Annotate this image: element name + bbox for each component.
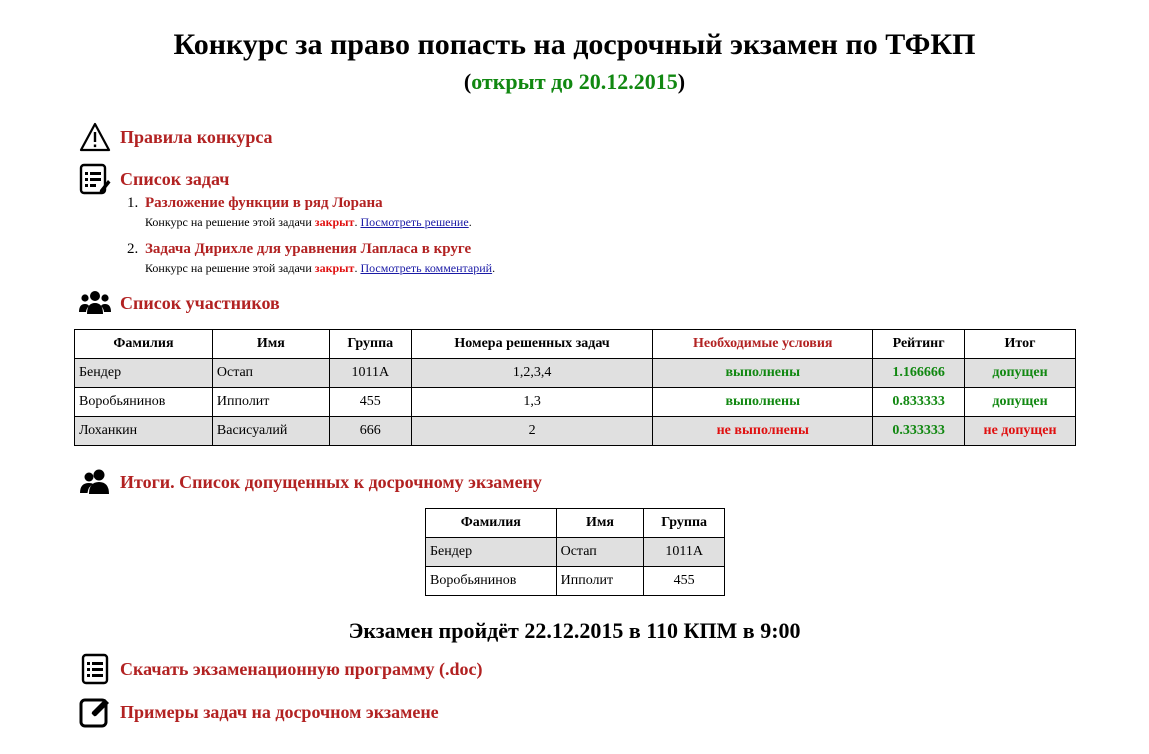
col-header-group: Группа [643, 508, 725, 538]
table-header-row: Фамилия Имя Группа [425, 508, 725, 538]
participants-heading: Список участников [120, 292, 280, 313]
col-header-surname: Фамилия [425, 508, 557, 538]
table-row: Лоханкин Васисуалий 666 2 не выполнены 0… [74, 416, 1076, 446]
col-header-name: Имя [211, 329, 330, 359]
section-examples: Примеры задач на досрочном экзамене [78, 695, 439, 729]
view-solution-link[interactable]: Посмотреть решение [360, 215, 468, 229]
warning-icon [78, 120, 112, 154]
task-note-2: Конкурс на решение этой задачи закрыт. П… [145, 261, 496, 275]
table-row: Воробьянинов Ипполит 455 1,3 выполнены 0… [74, 387, 1076, 417]
section-participants: Список участников [78, 286, 280, 320]
table-header-row: Фамилия Имя Группа Номера решенных задач… [74, 329, 1076, 359]
task-title-2[interactable]: Задача Дирихле для уравнения Лапласа в к… [145, 241, 471, 257]
condition-status: выполнены [652, 358, 874, 388]
task-title-1[interactable]: Разложение функции в ряд Лорана [145, 195, 383, 211]
open-until-text: открыт до 20.12.2015 [471, 69, 678, 94]
users-icon [78, 465, 112, 499]
section-tasks: Список задач [78, 162, 229, 196]
participants-table: Фамилия Имя Группа Номера решенных задач… [74, 329, 1076, 446]
table-row: Воробьянинов Ипполит 455 [425, 566, 725, 596]
document-list-icon [78, 652, 112, 686]
exam-info: Экзамен пройдёт 22.12.2015 в 110 КПМ в 9… [348, 618, 801, 643]
exam-examples-link[interactable]: Примеры задач на досрочном экзамене [120, 702, 439, 723]
col-header-conditions: Необходимые условия [652, 329, 874, 359]
admitted-table: Фамилия Имя Группа Бендер Остап 1011А Во… [425, 508, 725, 596]
tasks-heading: Список задач [120, 168, 230, 189]
rating-value: 0.333333 [872, 416, 966, 446]
result-status: не допущен [964, 416, 1076, 446]
section-download: Скачать экзаменационную программу (.doc) [78, 652, 483, 686]
result-status: допущен [964, 387, 1076, 417]
rules-link[interactable]: Правила конкурса [120, 127, 273, 148]
col-header-rating: Рейтинг [872, 329, 966, 359]
col-header-solved: Номера решенных задач [410, 329, 654, 359]
view-comment-link[interactable]: Посмотреть комментарий [360, 261, 492, 275]
task-list-icon [78, 162, 112, 196]
col-header-name: Имя [555, 508, 645, 538]
rating-value: 1.166666 [872, 358, 966, 388]
col-header-surname: Фамилия [74, 329, 213, 359]
task-status-2: закрыт [314, 261, 355, 275]
edit-icon [78, 695, 112, 729]
page-subtitle: (открыт до 20.12.2015) [463, 69, 686, 94]
download-program-link[interactable]: Скачать экзаменационную программу (.doc) [120, 659, 483, 680]
page-title: Конкурс за право попасть на досрочный эк… [173, 28, 976, 61]
task-item-2: 2. Задача Дирихле для уравнения Лапласа в… [127, 241, 496, 275]
condition-status: не выполнены [652, 416, 874, 446]
col-header-result: Итог [964, 329, 1076, 359]
task-note-1: Конкурс на решение этой задачи закрыт. П… [145, 215, 472, 229]
condition-status: выполнены [652, 387, 874, 417]
table-row: Бендер Остап 1011А 1,2,3,4 выполнены 1.1… [74, 358, 1076, 388]
rating-value: 0.833333 [872, 387, 966, 417]
users-group-icon [78, 286, 112, 320]
section-results: Итоги. Список допущенных к досрочному эк… [78, 465, 542, 499]
table-row: Бендер Остап 1011А [425, 537, 725, 567]
task-item-1: 1. Разложение функции в ряд Лорана Конкур… [127, 195, 472, 229]
result-status: допущен [964, 358, 1076, 388]
task-status-1: закрыт [314, 215, 355, 229]
section-rules: Правила конкурса [78, 120, 273, 154]
results-heading: Итоги. Список допущенных к досрочному эк… [120, 471, 542, 492]
col-header-group: Группа [328, 329, 412, 359]
